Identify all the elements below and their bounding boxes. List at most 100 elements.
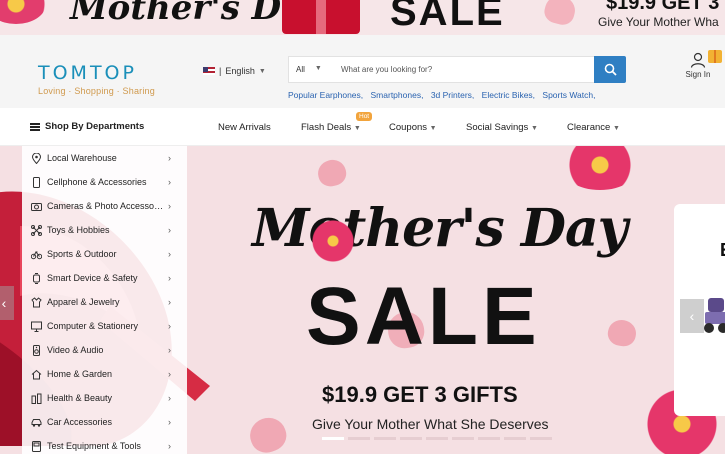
car-icon — [31, 418, 42, 427]
slide-dot[interactable] — [374, 437, 396, 440]
slide-dot[interactable] — [504, 437, 526, 440]
chevron-left-icon: ‹ — [689, 308, 695, 324]
slide-dot[interactable] — [530, 437, 552, 440]
slide-dot[interactable] — [348, 437, 370, 440]
department-item[interactable]: Car Accessories › — [22, 410, 187, 434]
department-item[interactable]: Apparel & Jewelry › — [22, 290, 187, 314]
department-item[interactable]: Video & Audio › — [22, 338, 187, 362]
department-label: Smart Device & Safety — [47, 273, 138, 283]
heart-decoration — [605, 317, 639, 349]
tools-icon — [32, 440, 41, 452]
department-label: Car Accessories — [47, 417, 113, 427]
language-selector[interactable]: | English ▼ — [203, 66, 266, 76]
chevron-right-icon: › — [168, 249, 171, 259]
hero-title: Mother's Day — [252, 198, 628, 259]
site-logo[interactable]: TOMTOP Loving · Shopping · Sharing — [38, 62, 155, 96]
smartwatch-icon — [33, 272, 40, 284]
chevron-right-icon: › — [168, 417, 171, 427]
chevron-right-icon: › — [168, 321, 171, 331]
nav-flash-deals[interactable]: Flash Deals ▼ — [301, 122, 361, 133]
flower-decoration — [0, 0, 46, 24]
bicycle-icon — [31, 250, 42, 259]
nav-new-arrivals[interactable]: New Arrivals — [218, 122, 271, 133]
chevron-right-icon: › — [168, 153, 171, 163]
slide-dot[interactable] — [478, 437, 500, 440]
nav-label: Social Savings — [466, 122, 529, 133]
nav-social-savings[interactable]: Social Savings ▼ — [466, 122, 538, 133]
department-label: Apparel & Jewelry — [47, 297, 120, 307]
heart-decoration — [245, 412, 291, 454]
chevron-right-icon: › — [168, 441, 171, 451]
department-item[interactable]: Health & Beauty › — [22, 386, 187, 410]
chevron-right-icon: › — [168, 201, 171, 211]
department-item[interactable]: Computer & Stationery › — [22, 314, 187, 338]
chevron-right-icon: › — [168, 177, 171, 187]
department-label: Cameras & Photo Accessories — [47, 201, 165, 211]
department-item[interactable]: Cellphone & Accessories › — [22, 170, 187, 194]
slide-dot[interactable] — [426, 437, 448, 440]
top-promo-banner[interactable]: Mother's Day SALE $19.9 GET 3 Give Your … — [0, 0, 725, 35]
department-label: Test Equipment & Tools — [47, 441, 141, 451]
gift-icon[interactable] — [708, 50, 722, 63]
search-category-label: All — [296, 65, 305, 74]
flower-decoration — [310, 218, 356, 264]
department-label: Video & Audio — [47, 345, 104, 355]
chevron-left-icon: ‹ — [1, 295, 7, 311]
nav-coupons[interactable]: Coupons ▼ — [389, 122, 437, 133]
beauty-icon — [31, 393, 42, 404]
departments-label: Shop By Departments — [45, 121, 145, 132]
logo-text: TOMTOP — [38, 62, 137, 84]
carousel-prev-button[interactable]: ‹ — [0, 286, 14, 320]
department-item[interactable]: Toys & Hobbies › — [22, 218, 187, 242]
phone-icon — [33, 176, 40, 188]
chevron-right-icon: › — [168, 273, 171, 283]
slide-dot[interactable] — [452, 437, 474, 440]
popular-link[interactable]: Popular Earphones, — [288, 90, 363, 100]
banner-sale-text: SALE — [390, 0, 505, 34]
main-nav: Shop By Departments New Arrivals Flash D… — [0, 108, 725, 146]
slide-dot[interactable] — [322, 437, 344, 440]
chevron-right-icon: › — [168, 345, 171, 355]
department-item[interactable]: Test Equipment & Tools › — [22, 434, 187, 458]
nav-label: New Arrivals — [218, 122, 271, 133]
hero-tagline: Give Your Mother What She Deserves — [312, 416, 549, 432]
search-category-select[interactable]: All ▼ — [289, 65, 337, 74]
sign-in-label: Sign In — [685, 70, 711, 79]
chevron-down-icon: ▼ — [530, 125, 538, 132]
popular-link[interactable]: Smartphones, — [371, 90, 424, 100]
chevron-right-icon: › — [168, 393, 171, 403]
department-item[interactable]: Smart Device & Safety › — [22, 266, 187, 290]
shop-by-departments-button[interactable]: Shop By Departments — [30, 121, 144, 132]
department-item[interactable]: Home & Garden › — [22, 362, 187, 386]
location-pin-icon — [31, 152, 42, 164]
chevron-right-icon: › — [168, 297, 171, 307]
chevron-down-icon: ▼ — [314, 65, 322, 72]
flower-decoration — [560, 146, 640, 190]
department-item[interactable]: Local Warehouse › — [22, 146, 187, 170]
popular-link[interactable]: Sports Watch, — [542, 90, 595, 100]
heart-decoration — [315, 156, 349, 190]
department-label: Local Warehouse — [47, 153, 117, 163]
nav-label: Flash Deals — [301, 122, 352, 133]
popular-link[interactable]: 3d Printers, — [431, 90, 474, 100]
gift-box-decoration — [282, 0, 360, 34]
nav-clearance[interactable]: Clearance ▼ — [567, 122, 620, 133]
slide-dot[interactable] — [400, 437, 422, 440]
speaker-icon — [33, 344, 40, 356]
nav-label: Coupons — [389, 122, 428, 133]
hot-badge: Hot — [356, 112, 373, 121]
department-label: Toys & Hobbies — [47, 225, 110, 235]
department-menu: Local Warehouse › Cellphone & Accessorie… — [22, 146, 187, 454]
carousel-next-button[interactable]: ‹ — [680, 299, 704, 333]
chevron-down-icon: ▼ — [429, 125, 437, 132]
us-flag-icon — [203, 67, 215, 75]
popular-searches: Popular Earphones, Smartphones, 3d Print… — [288, 90, 600, 100]
department-item[interactable]: Cameras & Photo Accessories › — [22, 194, 187, 218]
logo-tagline: Loving · Shopping · Sharing — [38, 86, 155, 96]
department-label: Cellphone & Accessories — [47, 177, 147, 187]
search-button[interactable] — [594, 56, 626, 83]
robot-toy-image — [704, 298, 725, 333]
popular-link[interactable]: Electric Bikes, — [482, 90, 535, 100]
search-input[interactable] — [337, 58, 594, 81]
department-item[interactable]: Sports & Outdoor › — [22, 242, 187, 266]
